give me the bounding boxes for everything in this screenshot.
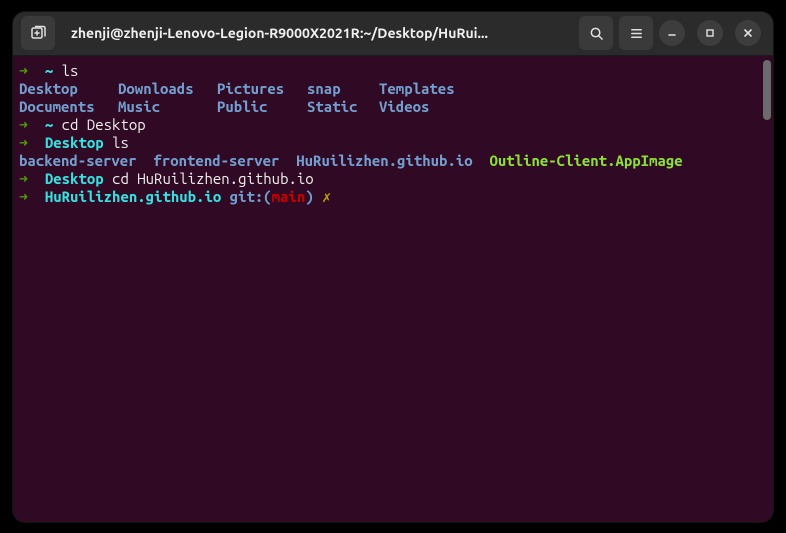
ls-entry: Pictures (217, 80, 307, 98)
git-branch: main (272, 188, 306, 205)
terminal-body[interactable]: ➜ ~ ls DesktopDownloadsPicturessnapTempl… (13, 56, 773, 522)
cursor (340, 189, 349, 205)
ls-entry: snap (307, 80, 379, 98)
scrollbar-thumb[interactable] (763, 60, 771, 120)
ls-entry: HuRuilizhen.github.io (296, 152, 472, 169)
ls-entry: Videos (379, 98, 429, 115)
window-controls (659, 20, 765, 46)
prompt-arrow-icon: ➜ (19, 62, 28, 79)
prompt-arrow-icon: ➜ (19, 170, 28, 187)
titlebar: zhenji@zhenji-Lenovo-Legion-R9000X2021R:… (13, 12, 773, 56)
ls-entry: Outline-Client.AppImage (489, 152, 682, 169)
terminal-window: zhenji@zhenji-Lenovo-Legion-R9000X2021R:… (13, 12, 773, 522)
command-text: ls (62, 62, 79, 79)
prompt-line: ➜ HuRuilizhen.github.io git:(main) ✗ (19, 188, 767, 206)
maximize-button[interactable] (697, 20, 723, 46)
minimize-button[interactable] (659, 20, 685, 46)
prompt-line: ➜ ~ ls (19, 62, 767, 80)
git-paren-open: ( (263, 188, 271, 205)
ls-output-row: backend-server frontend-server HuRuilizh… (19, 152, 767, 170)
prompt-line: ➜ Desktop cd HuRuilizhen.github.io (19, 170, 767, 188)
git-label: git: (230, 188, 264, 205)
ls-entry: Public (217, 98, 307, 116)
ls-output-row: DesktopDownloadsPicturessnapTemplates (19, 80, 767, 98)
ls-entry: Music (118, 98, 217, 116)
prompt-line: ➜ ~ cd Desktop (19, 116, 767, 134)
prompt-arrow-icon: ➜ (19, 188, 28, 205)
prompt-cwd: ~ (45, 62, 53, 79)
ls-entry: Downloads (118, 80, 217, 98)
prompt-cwd: Desktop (45, 134, 104, 151)
window-title: zhenji@zhenji-Lenovo-Legion-R9000X2021R:… (61, 25, 573, 41)
ls-entry: frontend-server (153, 152, 279, 169)
command-text: cd HuRuilizhen.github.io (112, 170, 314, 187)
ls-entry: Documents (19, 98, 118, 116)
ls-entry: backend-server (19, 152, 137, 169)
prompt-cwd: ~ (45, 116, 53, 133)
prompt-cwd: Desktop (45, 170, 104, 187)
prompt-line: ➜ Desktop ls (19, 134, 767, 152)
new-tab-button[interactable] (21, 16, 55, 50)
prompt-arrow-icon: ➜ (19, 134, 28, 151)
git-dirty-icon: ✗ (322, 188, 331, 205)
menu-button[interactable] (619, 16, 653, 50)
ls-output-row: DocumentsMusicPublicStaticVideos (19, 98, 767, 116)
command-text: ls (112, 134, 129, 151)
prompt-cwd: HuRuilizhen.github.io (45, 188, 221, 205)
search-button[interactable] (579, 16, 613, 50)
ls-entry: Templates (379, 80, 455, 97)
ls-entry: Desktop (19, 80, 118, 98)
git-paren-close: ) (305, 188, 313, 205)
command-text: cd Desktop (62, 116, 146, 133)
ls-entry: Static (307, 98, 379, 116)
close-button[interactable] (735, 20, 761, 46)
prompt-arrow-icon: ➜ (19, 116, 28, 133)
